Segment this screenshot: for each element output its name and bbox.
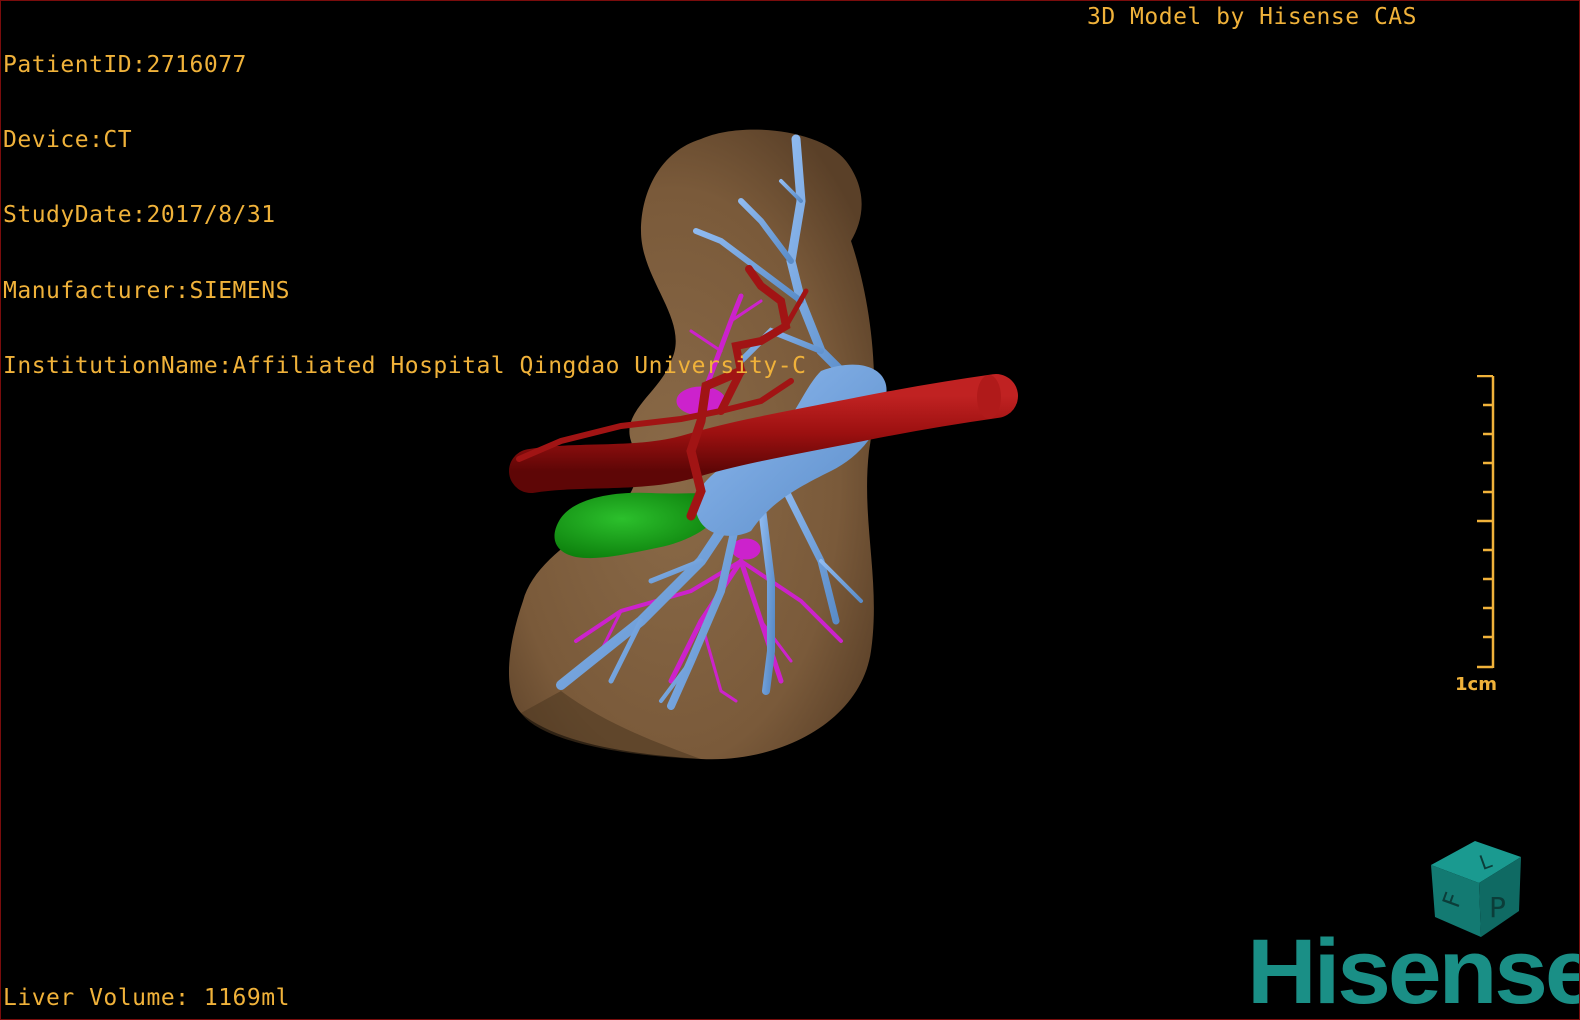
scale-bar bbox=[1477, 375, 1495, 669]
institution-label: InstitutionName:Affiliated Hospital Qing… bbox=[3, 352, 807, 379]
liver-volume-label: Liver Volume: 1169ml bbox=[3, 985, 290, 1011]
device-label: Device:CT bbox=[3, 127, 133, 154]
3d-viewport[interactable]: PatientID:2716077 Device:CT StudyDate:20… bbox=[0, 0, 1580, 1020]
patient-id-label: PatientID:2716077 bbox=[3, 52, 247, 78]
patient-info: PatientID:2716077 Device:CT StudyDate:20… bbox=[3, 3, 806, 429]
scale-bar-label: 1cm bbox=[1455, 674, 1497, 695]
model-credit: 3D Model by Hisense CAS bbox=[1087, 4, 1417, 30]
orientation-face-p: P bbox=[1489, 891, 1506, 924]
manufacturer-label: Manufacturer:SIEMENS bbox=[3, 277, 290, 304]
study-date-label: StudyDate:2017/8/31 bbox=[3, 202, 276, 229]
hisense-logo: Hisense bbox=[1247, 921, 1580, 1020]
artery-end-cap bbox=[977, 375, 1001, 419]
